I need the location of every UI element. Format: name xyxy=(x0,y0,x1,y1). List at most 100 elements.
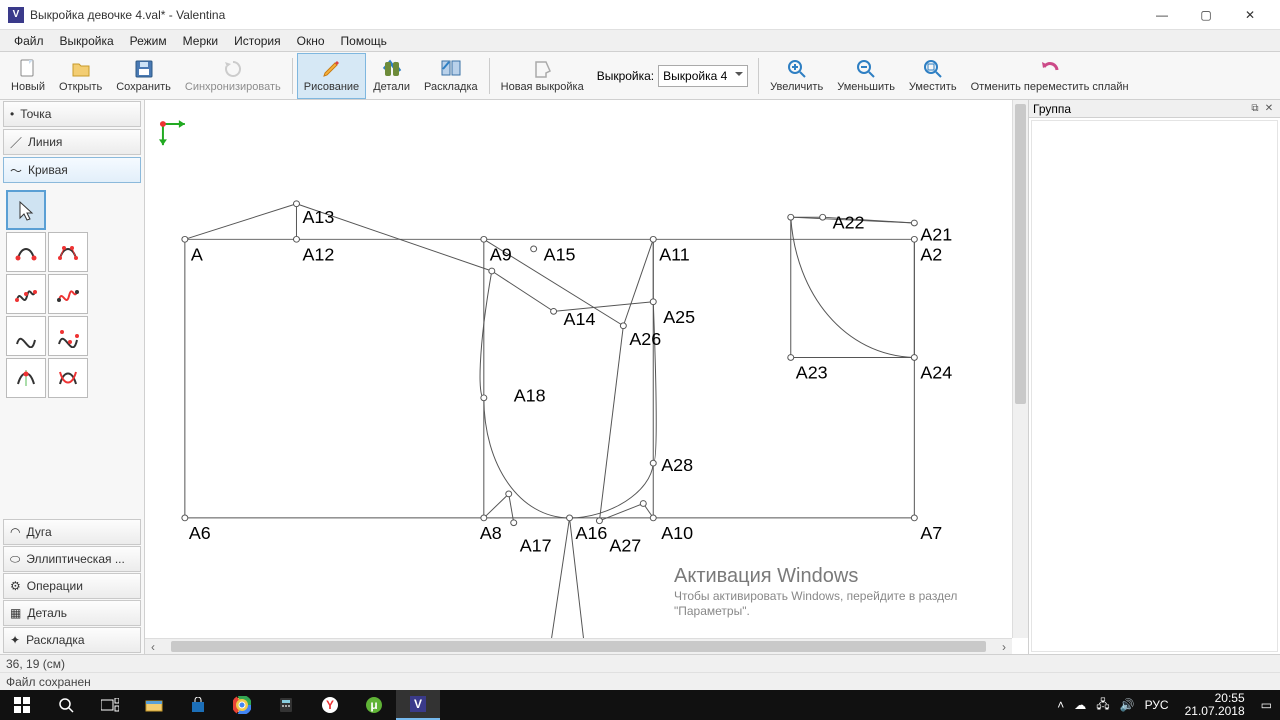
tool-cubic-bezier[interactable] xyxy=(6,316,46,356)
cat-layout[interactable]: ✦Раскладка xyxy=(3,627,141,653)
layout-mode-button[interactable]: Раскладка xyxy=(417,53,485,99)
task-valentina[interactable]: V xyxy=(396,690,440,720)
taskview-button[interactable] xyxy=(88,690,132,720)
pattern-combo[interactable]: Выкройка 4 xyxy=(658,65,748,87)
svg-text:A16: A16 xyxy=(576,523,608,543)
scroll-right-arrow[interactable]: › xyxy=(996,640,1012,654)
svg-text:A25: A25 xyxy=(663,307,695,327)
save-icon xyxy=(133,58,155,80)
tool-point-on-curve[interactable] xyxy=(6,358,46,398)
details-label: Детали xyxy=(373,81,410,93)
menu-window[interactable]: Окно xyxy=(289,32,333,50)
main-toolbar: Новый Открыть Сохранить Синхронизировать… xyxy=(0,52,1280,100)
svg-text:A11: A11 xyxy=(659,245,690,265)
details-icon xyxy=(381,58,403,80)
save-button[interactable]: Сохранить xyxy=(109,53,178,99)
tool-curve-intersection[interactable] xyxy=(48,358,88,398)
task-chrome[interactable] xyxy=(220,690,264,720)
pattern-combo-label: Выкройка: xyxy=(597,69,654,83)
menu-bar: Файл Выкройка Режим Мерки История Окно П… xyxy=(0,30,1280,52)
vertical-scrollbar[interactable] xyxy=(1012,100,1028,638)
svg-text:A21: A21 xyxy=(920,225,952,245)
tool-cubic-bezier-points[interactable] xyxy=(48,316,88,356)
svg-text:V: V xyxy=(414,697,422,711)
start-button[interactable] xyxy=(0,690,44,720)
layout-label: Раскладка xyxy=(424,81,478,93)
task-store[interactable] xyxy=(176,690,220,720)
toolbar-separator xyxy=(489,58,490,94)
svg-text:A6: A6 xyxy=(189,523,211,543)
maximize-button[interactable]: ▢ xyxy=(1184,1,1228,29)
system-tray[interactable]: ˄ ☁ 🖧 🔊 РУС 20:55 21.07.2018 ▭ xyxy=(1049,692,1280,718)
menu-mode[interactable]: Режим xyxy=(122,32,175,50)
cat-curve[interactable]: 〜Кривая xyxy=(3,157,141,183)
menu-measures[interactable]: Мерки xyxy=(175,32,226,50)
tool-curve-simple[interactable] xyxy=(6,232,46,272)
drawing-canvas[interactable]: AA13A12A9A15A11A22A21A2A14A25A26A18A23A2… xyxy=(145,100,1012,638)
tray-onedrive-icon[interactable]: ☁ xyxy=(1074,698,1086,712)
tray-volume-icon[interactable]: 🔊 xyxy=(1120,698,1135,712)
group-panel-content xyxy=(1031,120,1278,652)
tool-spline-path[interactable] xyxy=(6,274,46,314)
tray-network-icon[interactable]: 🖧 xyxy=(1096,695,1109,716)
arc-icon: ◠ xyxy=(10,525,20,539)
dock-toggle-button[interactable]: ⧉ xyxy=(1248,102,1262,116)
cat-detail[interactable]: ▦Деталь xyxy=(3,600,141,626)
cat-elliptic-label: Эллиптическая ... xyxy=(26,552,125,566)
task-explorer[interactable] xyxy=(132,690,176,720)
svg-text:A9: A9 xyxy=(490,245,512,265)
cat-operations[interactable]: ⚙Операции xyxy=(3,573,141,599)
task-calculator[interactable] xyxy=(264,690,308,720)
svg-text:A8: A8 xyxy=(480,523,502,543)
group-panel-title: Группа xyxy=(1033,102,1248,116)
tool-pointer[interactable] xyxy=(6,190,46,230)
cat-arc-label: Дуга xyxy=(26,525,51,539)
horizontal-scrollbar[interactable]: ‹ › xyxy=(145,638,1012,654)
svg-text:Y: Y xyxy=(326,698,334,712)
menu-pattern[interactable]: Выкройка xyxy=(52,32,122,50)
zoom-out-button[interactable]: Уменьшить xyxy=(830,53,902,99)
cat-point[interactable]: •Точка xyxy=(3,101,141,127)
tray-chevron-up-icon[interactable]: ˄ xyxy=(1057,698,1064,712)
tool-spline-path-handles[interactable] xyxy=(48,274,88,314)
new-label: Новый xyxy=(11,81,45,93)
draw-label: Рисование xyxy=(304,81,359,93)
tray-clock[interactable]: 20:55 21.07.2018 xyxy=(1179,692,1251,718)
undo-spline-button[interactable]: Отменить переместить сплайн xyxy=(964,53,1136,99)
search-button[interactable] xyxy=(44,690,88,720)
cat-line[interactable]: ／Линия xyxy=(3,129,141,155)
zoom-in-button[interactable]: Увеличить xyxy=(763,53,830,99)
task-utorrent[interactable]: μ xyxy=(352,690,396,720)
open-button[interactable]: Открыть xyxy=(52,53,109,99)
svg-text:A12: A12 xyxy=(302,245,334,265)
new-file-icon xyxy=(17,58,39,80)
menu-file[interactable]: Файл xyxy=(6,32,52,50)
dock-close-button[interactable]: ✕ xyxy=(1262,102,1276,116)
menu-history[interactable]: История xyxy=(226,32,289,50)
detail-icon: ▦ xyxy=(10,606,21,620)
cat-ops-label: Операции xyxy=(27,579,83,593)
group-panel: Группа ⧉ ✕ xyxy=(1028,100,1280,654)
status-bar-message: Файл сохранен xyxy=(0,672,1280,690)
layout-icon xyxy=(440,58,462,80)
status-bar-coords: 36, 19 (см) xyxy=(0,654,1280,672)
tray-language[interactable]: РУС xyxy=(1145,698,1169,712)
new-button[interactable]: Новый xyxy=(4,53,52,99)
scroll-left-arrow[interactable]: ‹ xyxy=(145,640,161,654)
svg-text:A27: A27 xyxy=(609,536,641,556)
svg-text:A13: A13 xyxy=(302,207,334,227)
draw-mode-button[interactable]: Рисование xyxy=(297,53,366,99)
close-button[interactable]: ✕ xyxy=(1228,1,1272,29)
menu-help[interactable]: Помощь xyxy=(333,32,395,50)
zoom-fit-button[interactable]: Уместить xyxy=(902,53,964,99)
new-pattern-button[interactable]: Новая выкройка xyxy=(494,53,591,99)
details-mode-button[interactable]: Детали xyxy=(366,53,417,99)
svg-text:A17: A17 xyxy=(520,536,552,556)
cat-arc[interactable]: ◠ Дуга xyxy=(3,519,141,545)
task-yandex[interactable]: Y xyxy=(308,690,352,720)
cat-elliptic[interactable]: ⬭Эллиптическая ... xyxy=(3,546,141,572)
minimize-button[interactable]: — xyxy=(1140,1,1184,29)
zoom-fit-label: Уместить xyxy=(909,81,957,93)
tray-notifications-icon[interactable]: ▭ xyxy=(1261,698,1272,712)
tool-curve-handles[interactable] xyxy=(48,232,88,272)
